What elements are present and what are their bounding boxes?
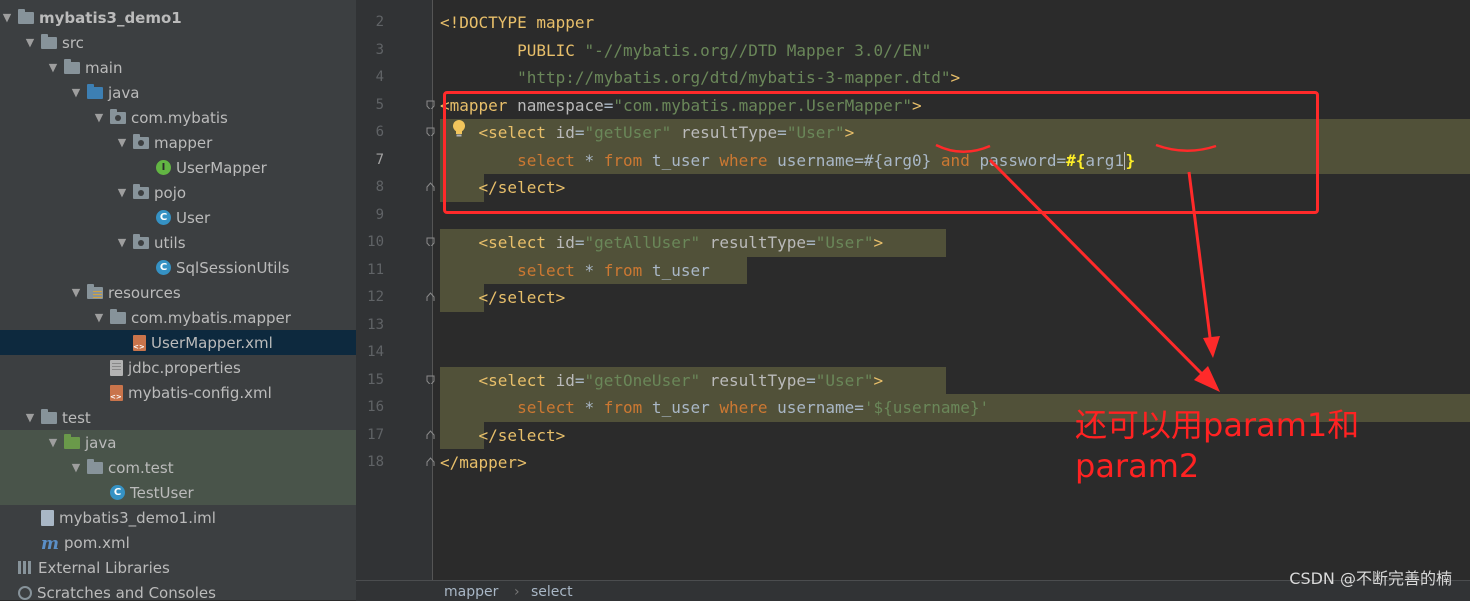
annotation-text: 还可以用param1和 param2: [1075, 405, 1359, 487]
underline-arg0: [935, 143, 991, 153]
annotation-overlay: [935, 143, 1220, 392]
underline-arg1: [1155, 143, 1217, 152]
annotation-line-1: 还可以用param1和: [1075, 406, 1360, 444]
arrow-line-1: [988, 158, 1212, 384]
arrow-head-2: [1203, 336, 1220, 358]
annotation-line-2: param2: [1075, 447, 1200, 485]
watermark: CSDN @不断完善的楠: [1289, 569, 1452, 588]
arrow-line-2: [1187, 171, 1213, 346]
